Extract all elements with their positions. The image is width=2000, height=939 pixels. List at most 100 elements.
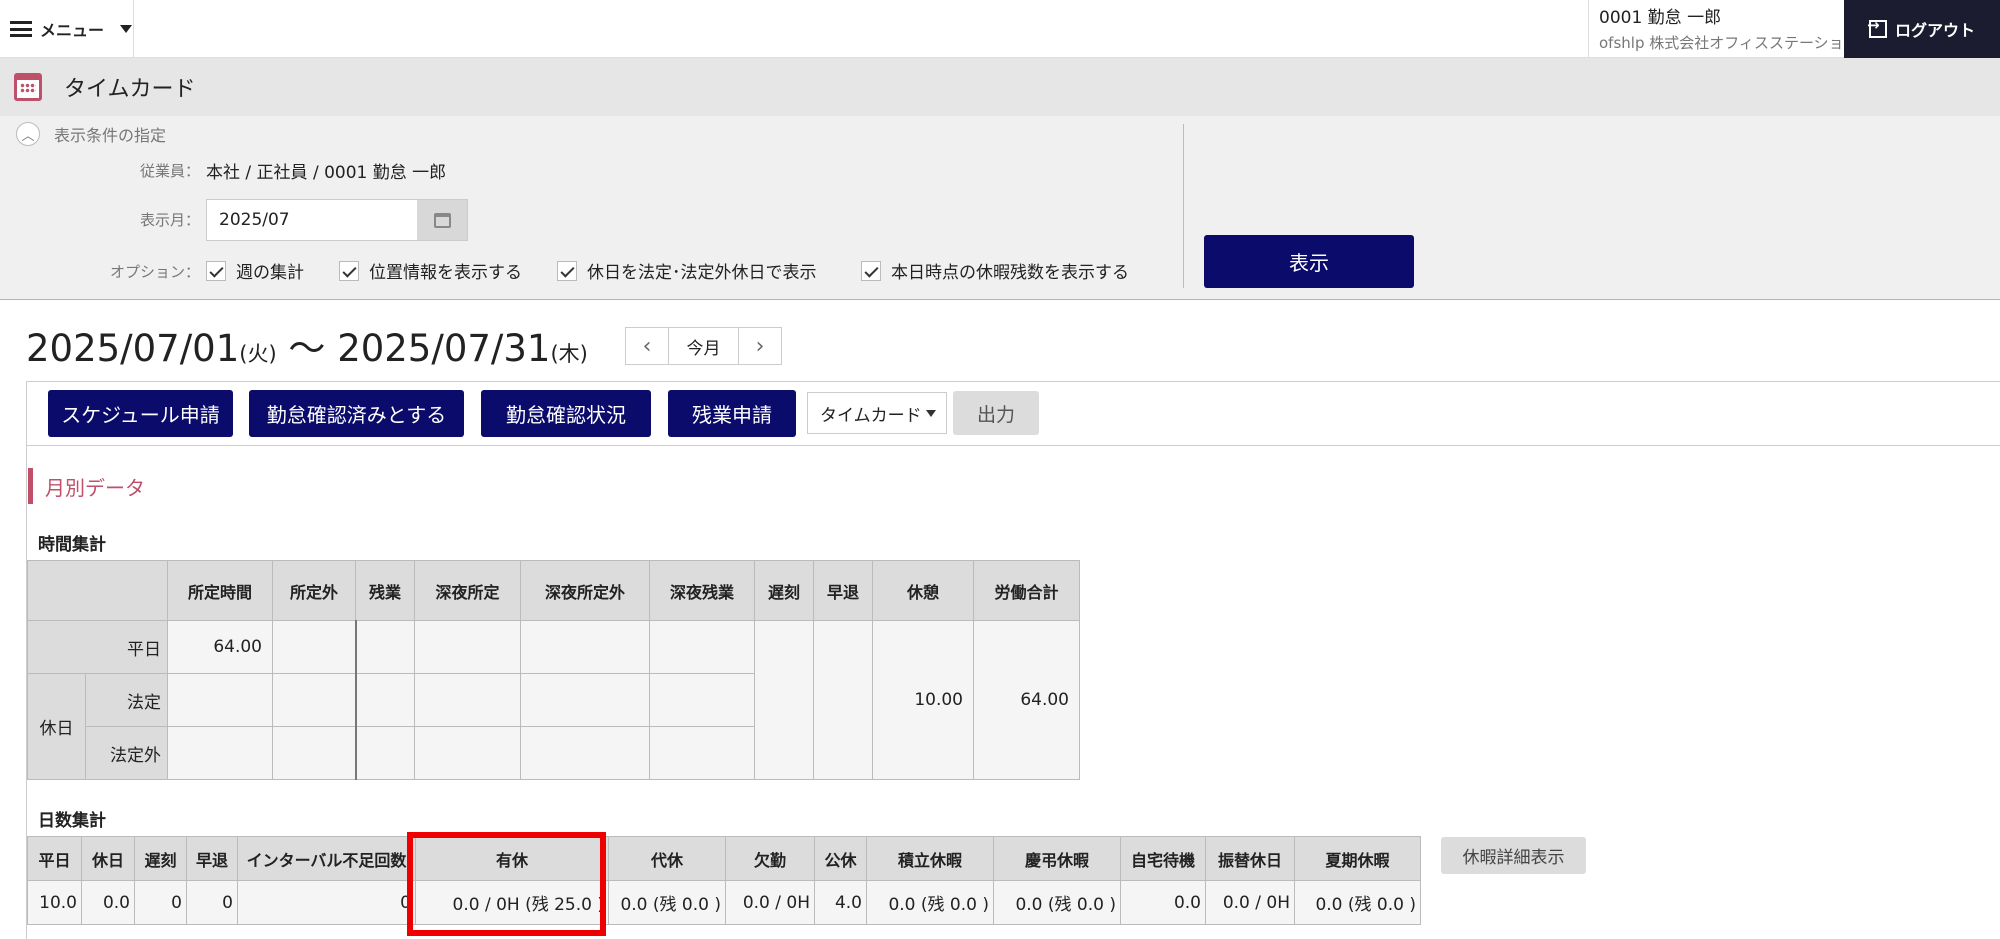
checkbox-checked[interactable] bbox=[861, 260, 881, 281]
month-input[interactable]: 2025/07 bbox=[206, 199, 468, 241]
table-cell bbox=[355, 673, 415, 727]
table-cell bbox=[649, 726, 755, 780]
date-range: 2025/07/01(火) 〜 2025/07/31(木) bbox=[26, 318, 588, 372]
checkbox-checked[interactable] bbox=[557, 260, 577, 281]
column-header: 労働合計 bbox=[973, 560, 1080, 621]
table-cell bbox=[414, 673, 521, 727]
column-header: 振替休日 bbox=[1205, 836, 1295, 881]
row-header: 休日 bbox=[27, 673, 86, 780]
column-header: 積立休暇 bbox=[866, 836, 994, 881]
range-start: 2025/07/01 bbox=[26, 327, 240, 370]
conditions-toggle[interactable]: ︿ 表示条件の指定 bbox=[16, 122, 166, 146]
logout-label: ログアウト bbox=[1894, 21, 1975, 40]
table-cell: 0 bbox=[237, 880, 416, 925]
table-cell: 64.00 bbox=[167, 620, 273, 674]
hamburger-icon bbox=[10, 21, 32, 37]
column-header: 休憩 bbox=[872, 560, 974, 621]
option-show-location[interactable]: 位置情報を表示する bbox=[339, 258, 522, 283]
column-header: 欠勤 bbox=[725, 836, 815, 881]
calendar-icon bbox=[433, 212, 451, 228]
table-cell: 0.0 (残 0.0 ) bbox=[866, 880, 994, 925]
month-nav: ‹ 今月 › bbox=[625, 327, 782, 365]
column-header: 自宅待機 bbox=[1120, 836, 1206, 881]
page-title: タイムカード bbox=[64, 77, 196, 102]
table-cell: 10.0 bbox=[27, 880, 82, 925]
confirm-attendance-button[interactable]: 勤怠確認済みとする bbox=[249, 390, 464, 437]
show-button[interactable]: 表示 bbox=[1204, 235, 1414, 288]
month-label: 表示月： bbox=[139, 211, 200, 229]
column-header: 公休 bbox=[814, 836, 867, 881]
checkbox-checked[interactable] bbox=[206, 260, 226, 281]
option-holiday-legal[interactable]: 休日を法定･法定外休日で表示 bbox=[557, 258, 817, 283]
table-cell: 10.00 bbox=[872, 620, 974, 780]
column-header: 所定外 bbox=[272, 560, 356, 621]
table-cell bbox=[272, 620, 357, 674]
column-header: 深夜残業 bbox=[649, 560, 755, 621]
page-title-row: タイムカード bbox=[0, 58, 2000, 116]
column-header: インターバル不足回数 bbox=[237, 836, 416, 881]
table-cell: 0.0 bbox=[81, 880, 135, 925]
column-header: 深夜所定外 bbox=[520, 560, 650, 621]
table-cell: 0.0 / 0H bbox=[725, 880, 815, 925]
day-summary-table: 平日 休日 遅刻 早退 インターバル不足回数 有休 代休 欠勤 公休 積立休暇 … bbox=[27, 836, 1421, 925]
option-weekly-summary[interactable]: 週の集計 bbox=[206, 258, 304, 283]
table-cell bbox=[167, 726, 273, 780]
table-cell: 0.0 (残 0.0 ) bbox=[608, 880, 726, 925]
output-format-select[interactable]: タイムカード bbox=[807, 392, 947, 434]
column-header: 所定時間 bbox=[167, 560, 273, 621]
option-label: 本日時点の休暇残数を表示する bbox=[891, 263, 1129, 283]
table-cell bbox=[649, 673, 755, 727]
table-cell: 4.0 bbox=[814, 880, 867, 925]
chevron-left-icon[interactable]: ‹ bbox=[626, 328, 668, 364]
corner-cell bbox=[27, 560, 168, 621]
table-cell: 0.0 (残 0.0 ) bbox=[1294, 880, 1421, 925]
range-end-dow: (木) bbox=[550, 342, 588, 366]
column-header: 遅刻 bbox=[134, 836, 187, 881]
table-cell bbox=[754, 620, 814, 780]
table-cell bbox=[272, 673, 357, 727]
chevron-down-icon bbox=[120, 25, 133, 33]
option-leave-balance[interactable]: 本日時点の休暇残数を表示する bbox=[861, 258, 1129, 283]
table-cell bbox=[520, 620, 650, 674]
overtime-request-button[interactable]: 残業申請 bbox=[668, 390, 796, 437]
table-cell bbox=[813, 620, 873, 780]
table-cell bbox=[520, 673, 650, 727]
range-start-dow: (火) bbox=[239, 342, 277, 366]
table-cell: 64.00 bbox=[973, 620, 1080, 780]
time-summary-table: 所定時間 所定外 残業 深夜所定 深夜所定外 深夜残業 遅刻 早退 休憩 労働合… bbox=[27, 560, 1080, 780]
option-label: 位置情報を表示する bbox=[369, 263, 522, 283]
month-picker-button[interactable] bbox=[417, 200, 467, 240]
chevron-right-icon[interactable]: › bbox=[739, 328, 781, 364]
table-cell: 0.0 (残 0.0 ) bbox=[993, 880, 1121, 925]
day-summary-title: 日数集計 bbox=[38, 811, 106, 831]
column-header: 夏期休暇 bbox=[1294, 836, 1421, 881]
this-month-button[interactable]: 今月 bbox=[668, 328, 739, 364]
range-end: 2025/07/31 bbox=[337, 327, 551, 370]
settings-area: タイムカード ︿ 表示条件の指定 従業員： 本社 / 正社員 / 0001 勤怠… bbox=[0, 58, 2000, 300]
table-cell: 0 bbox=[134, 880, 187, 925]
conditions-label: 表示条件の指定 bbox=[54, 126, 167, 145]
schedule-request-button[interactable]: スケジュール申請 bbox=[48, 390, 233, 437]
row-header: 法定外 bbox=[85, 726, 168, 780]
logout-button[interactable]: ログアウト bbox=[1844, 0, 2000, 58]
row-header: 平日 bbox=[27, 620, 168, 674]
table-cell bbox=[272, 726, 357, 780]
checkbox-checked[interactable] bbox=[339, 260, 359, 281]
user-info: 0001 勤怠 一郎 ofshlp 株式会社オフィスステーション bbox=[1588, 0, 1859, 58]
user-company: ofshlp 株式会社オフィスステーション bbox=[1599, 34, 1859, 52]
divider bbox=[26, 445, 2000, 446]
table-cell bbox=[520, 726, 650, 780]
output-button[interactable]: 出力 bbox=[953, 391, 1039, 435]
menu-button[interactable]: メニュー bbox=[0, 0, 134, 58]
month-input-value[interactable]: 2025/07 bbox=[207, 200, 417, 240]
option-label: 週の集計 bbox=[236, 263, 304, 283]
column-header: 残業 bbox=[355, 560, 415, 621]
column-header: 代休 bbox=[608, 836, 726, 881]
leave-detail-button[interactable]: 休暇詳細表示 bbox=[1441, 837, 1586, 874]
section-title: 月別データ bbox=[28, 468, 145, 504]
highlight-box bbox=[407, 832, 606, 936]
column-header: 慶弔休暇 bbox=[993, 836, 1121, 881]
menu-label: メニュー bbox=[40, 21, 105, 40]
column-header: 平日 bbox=[27, 836, 82, 881]
attendance-status-button[interactable]: 勤怠確認状況 bbox=[481, 390, 651, 437]
